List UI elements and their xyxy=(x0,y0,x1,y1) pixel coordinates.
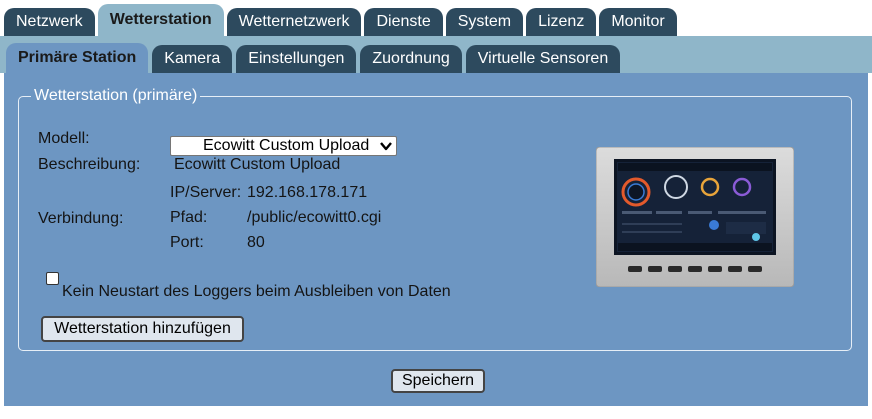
model-select[interactable]: Ecowitt Custom Upload xyxy=(170,136,397,156)
port-value: 80 xyxy=(247,234,265,251)
no-restart-checkbox[interactable] xyxy=(46,272,59,285)
path-label: Pfad: xyxy=(170,209,208,226)
description-value: Ecowitt Custom Upload xyxy=(174,156,341,173)
subtab-virtuelle-sensoren[interactable]: Virtuelle Sensoren xyxy=(465,45,621,73)
tab-netzwerk[interactable]: Netzwerk xyxy=(4,8,95,36)
description-label: Beschreibung: xyxy=(38,156,141,173)
ip-label: IP/Server: xyxy=(170,184,242,201)
connection-label: Verbindung: xyxy=(38,210,124,227)
tab-wetterstation[interactable]: Wetterstation xyxy=(97,4,224,36)
weather-station-display-image xyxy=(596,147,794,287)
weather-station-fieldset: Wetterstation (primäre) Modell: Ecowitt … xyxy=(18,87,852,351)
fieldset-legend: Wetterstation (primäre) xyxy=(34,87,198,104)
subtab-kamera[interactable]: Kamera xyxy=(152,45,233,73)
chevron-down-icon xyxy=(380,142,392,151)
subtab-zuordnung[interactable]: Zuordnung xyxy=(360,45,462,73)
sub-tab-bar: Primäre Station Kamera Einstellungen Zuo… xyxy=(0,36,872,73)
tab-monitor[interactable]: Monitor xyxy=(599,8,677,36)
subtab-einstellungen[interactable]: Einstellungen xyxy=(236,45,357,73)
model-label: Modell: xyxy=(38,130,90,147)
path-value: /public/ecowitt0.cgi xyxy=(247,209,382,226)
no-restart-label[interactable]: Kein Neustart des Loggers beim Ausbleibe… xyxy=(62,283,451,301)
port-label: Port: xyxy=(170,234,204,251)
content-panel: Wetterstation (primäre) Modell: Ecowitt … xyxy=(4,73,868,406)
tab-lizenz[interactable]: Lizenz xyxy=(526,8,597,36)
model-select-value: Ecowitt Custom Upload xyxy=(203,137,370,154)
main-tab-bar: Netzwerk Wetterstation Wetternetzwerk Di… xyxy=(0,0,872,36)
add-station-button[interactable]: Wetterstation hinzufügen xyxy=(41,316,244,342)
tab-dienste[interactable]: Dienste xyxy=(364,8,443,36)
tab-system[interactable]: System xyxy=(445,8,524,36)
save-button[interactable]: Speichern xyxy=(391,369,485,393)
tab-wetternetzwerk[interactable]: Wetternetzwerk xyxy=(226,8,362,36)
ip-value: 192.168.178.171 xyxy=(247,184,368,201)
subtab-primaere-station[interactable]: Primäre Station xyxy=(6,43,149,73)
